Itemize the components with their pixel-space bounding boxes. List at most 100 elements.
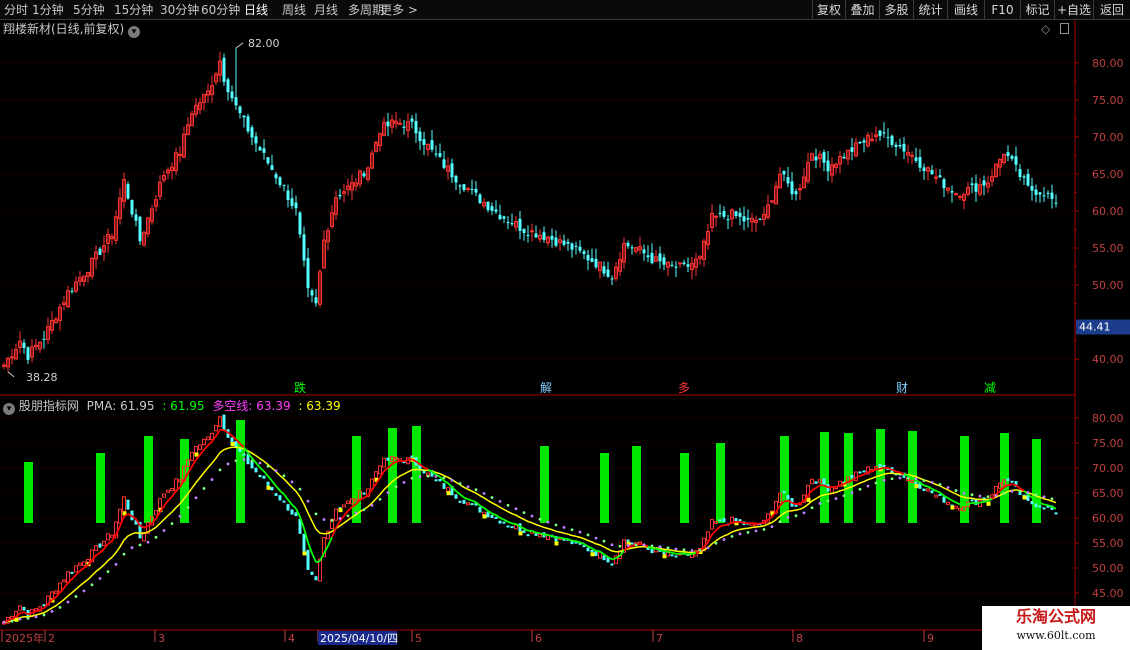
candle-body — [1034, 189, 1038, 195]
trend-dot — [178, 514, 182, 518]
trend-dot — [122, 552, 126, 556]
candle-body — [954, 193, 958, 196]
chevron-down-icon[interactable]: ▾ — [128, 26, 141, 38]
sub-candle — [494, 516, 498, 519]
candle-body — [138, 216, 142, 242]
candle-body — [594, 258, 598, 268]
pma-line-segment — [951, 499, 957, 504]
pma-line-segment — [483, 507, 489, 512]
candle-body — [610, 278, 614, 280]
sub-candle — [86, 558, 90, 563]
candle-body — [458, 185, 462, 187]
candle-body — [10, 356, 14, 359]
trend-dot — [442, 476, 446, 480]
y-tick-label: 80.00 — [1092, 57, 1124, 70]
trend-dot — [50, 610, 54, 613]
pma-line-segment — [967, 502, 973, 505]
sub-candle — [266, 481, 270, 486]
sub-candle — [858, 471, 862, 474]
trend-dot — [946, 486, 950, 489]
sub-candle — [294, 512, 298, 517]
trend-dot — [690, 549, 694, 552]
y-tick-label: 40.00 — [1092, 353, 1124, 366]
trend-dot — [698, 548, 702, 552]
candle-body — [682, 262, 686, 265]
time-label: 7 — [656, 632, 663, 645]
sub-candle — [1054, 512, 1058, 515]
sub-candle — [598, 551, 602, 559]
pma-line-segment — [811, 487, 817, 491]
candle-body — [238, 106, 242, 114]
sub-candle — [274, 493, 278, 496]
trend-dot — [994, 494, 998, 498]
candle-body — [1006, 152, 1010, 156]
candle-body — [362, 173, 366, 177]
sub-candle — [666, 552, 670, 557]
sub-candle-marker — [302, 551, 307, 556]
candle-body — [306, 258, 310, 289]
trend-dot — [346, 514, 350, 518]
candle-body — [2, 364, 6, 367]
pma-line-segment — [547, 534, 553, 537]
candle-body — [646, 255, 650, 258]
pma-line-segment — [291, 504, 297, 510]
candle-body — [970, 183, 974, 186]
sub-candle — [1038, 505, 1042, 508]
candle-body — [510, 223, 514, 225]
sub-candle — [234, 441, 238, 447]
sub-candle — [382, 457, 386, 468]
candle-body — [722, 210, 726, 217]
time-label: 8 — [796, 632, 803, 645]
pma-line-segment — [595, 549, 601, 553]
candle-body — [534, 233, 538, 238]
trend-dot — [666, 546, 670, 550]
trend-dot — [546, 520, 550, 524]
sub-candle-marker — [518, 531, 523, 536]
y-tick-label: 55.00 — [1092, 537, 1124, 550]
trend-dot — [810, 506, 814, 510]
candle-body — [1026, 173, 1030, 186]
sub-candle — [202, 438, 206, 446]
pma-line-segment — [259, 466, 265, 473]
sub-candle — [214, 425, 218, 432]
candle-body — [590, 258, 594, 262]
kline-chart[interactable]: 80.00 75.00 70.00 65.00 60.00 55.00 50.00 40.00… — [0, 0, 1130, 650]
sub-candle — [98, 543, 102, 548]
chevron-down-icon[interactable]: ▾ — [3, 403, 15, 415]
time-label: 9 — [927, 632, 934, 645]
candle-body — [930, 170, 934, 175]
sub-candle-marker — [950, 505, 955, 510]
trend-dot — [674, 547, 678, 551]
candle-body — [254, 136, 258, 144]
main-panel-tools: ◇ — [1041, 21, 1070, 37]
candle-body — [490, 206, 494, 211]
signal-bar — [144, 436, 153, 523]
pma-line-segment — [347, 506, 353, 512]
trend-dot — [34, 615, 38, 619]
candle-body — [718, 212, 722, 214]
diamond-icon[interactable]: ◇ — [1041, 22, 1050, 36]
candle-body — [890, 135, 894, 145]
duokong-line — [3, 446, 1057, 623]
candle-body — [582, 251, 586, 255]
pma-line-segment — [623, 546, 629, 552]
trend-dot — [562, 525, 566, 529]
trend-dot — [354, 511, 358, 515]
sub-candle — [362, 492, 366, 495]
sub-candle — [22, 606, 26, 611]
sub-candle-marker — [590, 552, 595, 557]
candle-body — [606, 269, 610, 277]
candle-body — [230, 91, 234, 99]
trend-dot — [170, 522, 174, 526]
sub-candle — [374, 471, 378, 479]
trend-dot — [618, 544, 622, 548]
pma-label: PMA: — [86, 399, 117, 413]
panel-maximize-icon[interactable] — [1060, 23, 1070, 34]
pma-line-segment — [955, 501, 961, 506]
signal-bar — [780, 436, 789, 523]
sub-candle — [222, 414, 226, 431]
pma-line-segment — [275, 485, 281, 492]
pma-line-segment — [471, 499, 477, 504]
y-tick-label: 65.00 — [1092, 487, 1124, 500]
sub-candle — [230, 437, 234, 442]
